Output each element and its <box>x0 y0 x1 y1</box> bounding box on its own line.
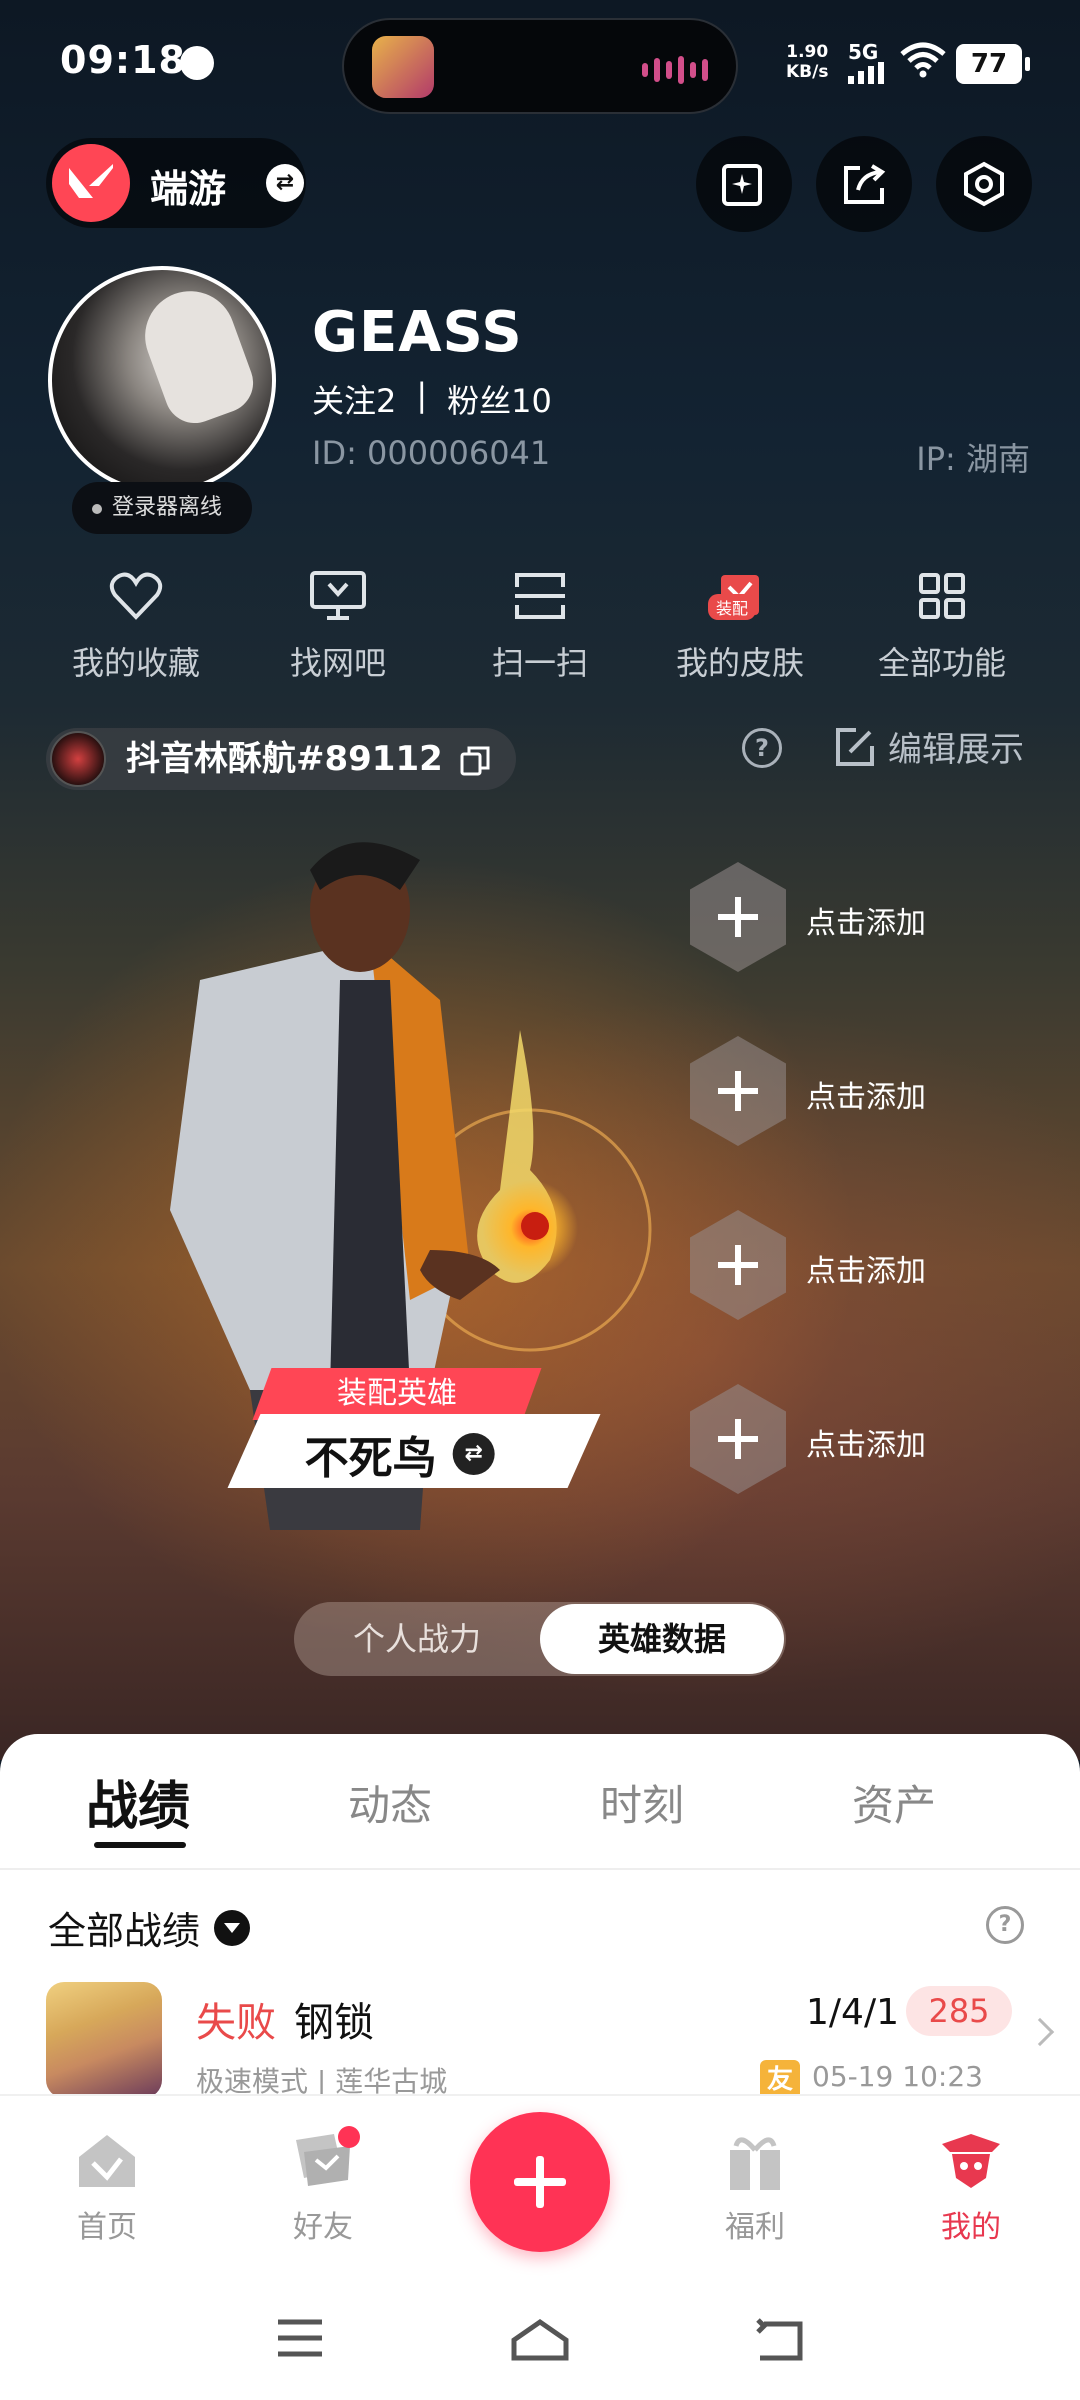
riot-id-text: 抖音林酥航#89112 <box>126 739 443 779</box>
plus-hex-icon <box>690 1036 786 1146</box>
agent-avatar <box>46 1982 162 2098</box>
avatar-photo <box>132 278 262 432</box>
fans-link[interactable]: 粉丝10 <box>447 376 552 422</box>
globe-icon <box>180 46 214 80</box>
nav-friends[interactable]: 好友 <box>248 2126 398 2246</box>
follow-stats: 关注2 | 粉丝10 <box>312 376 552 422</box>
chevron-right-icon <box>1025 2017 1055 2047</box>
edit-icon <box>836 727 874 766</box>
gift-icon <box>730 2137 780 2190</box>
back-icon[interactable] <box>754 2318 804 2362</box>
equipped-hero-tag: 装配英雄 <box>252 1368 542 1420</box>
plus-hex-icon <box>690 862 786 972</box>
bottom-nav: 首页 好友 福利 我的 <box>0 2094 1080 2400</box>
showcase-segment-control: 个人战力 英雄数据 <box>294 1602 786 1676</box>
tab-moments[interactable]: 时刻 <box>542 1772 742 1833</box>
audio-wave-icon <box>642 56 708 84</box>
add-slot-4[interactable]: 点击添加 <box>690 1384 950 1494</box>
profile-icon <box>942 2134 1000 2188</box>
game-switcher[interactable]: 端游 ⇄ <box>46 138 306 228</box>
menu-icon[interactable] <box>276 2318 324 2358</box>
tab-feed[interactable]: 动态 <box>290 1772 490 1833</box>
stats-separator: | <box>416 376 428 414</box>
riot-id-chip[interactable]: 抖音林酥航#89112 <box>46 728 516 790</box>
copy-icon[interactable] <box>460 746 490 776</box>
add-slot-3[interactable]: 点击添加 <box>690 1210 950 1320</box>
quick-find-cafe[interactable]: 找网吧 <box>238 566 438 684</box>
edit-showcase-button[interactable]: 编辑展示 <box>834 722 1024 771</box>
match-date: 05-19 10:23 <box>812 2060 983 2093</box>
dynamic-island[interactable] <box>342 18 738 114</box>
quick-scan[interactable]: 扫一扫 <box>440 566 640 684</box>
avatar[interactable] <box>48 266 276 494</box>
following-link[interactable]: 关注2 <box>312 376 396 422</box>
segment-hero-data[interactable]: 英雄数据 <box>540 1604 784 1674</box>
scan-icon <box>515 573 565 619</box>
signal-icon <box>848 62 884 84</box>
add-slot-1[interactable]: 点击添加 <box>690 862 950 972</box>
equipped-hero-button[interactable]: 不死鸟 ⇄ <box>227 1414 601 1488</box>
network-type: 5G <box>848 40 879 64</box>
ip-location: IP: 湖南 <box>916 440 1030 478</box>
add-sparkle-icon <box>722 164 762 206</box>
tab-records[interactable]: 战绩 <box>38 1764 238 1839</box>
net-speed: 1.90 KB/s <box>786 42 829 82</box>
quick-all-functions[interactable]: 全部功能 <box>842 566 1042 684</box>
app-thumbnail-icon <box>372 36 434 98</box>
grid-icon <box>919 573 965 619</box>
swap-icon: ⇄ <box>452 1433 495 1475</box>
battery-icon: 77 <box>956 44 1030 84</box>
agent-name: 钢锁 <box>294 2000 374 2046</box>
launcher-status-badge: 登录器离线 <box>72 482 252 534</box>
share-icon <box>844 164 886 204</box>
match-score: 285 <box>906 1986 1012 2036</box>
heart-icon <box>109 572 163 620</box>
chevron-down-icon <box>214 1909 251 1946</box>
match-row[interactable]: 失败 钢锁 1/4/1 285 极速模式 | 莲华古城 友 05-19 10:2… <box>0 1982 1080 2100</box>
monitor-icon <box>310 571 366 620</box>
plus-hex-icon <box>690 1384 786 1494</box>
riot-avatar <box>50 731 106 787</box>
settings-hex-icon <box>964 161 1004 207</box>
create-post-button[interactable] <box>470 2112 610 2252</box>
match-kda: 1/4/1 <box>806 1992 899 2033</box>
segment-personal-power[interactable]: 个人战力 <box>294 1602 540 1676</box>
username: GEASS <box>312 300 523 365</box>
settings-button[interactable] <box>936 136 1032 232</box>
status-time: 09:18 <box>60 38 186 82</box>
home-system-icon[interactable] <box>510 2318 570 2362</box>
help-icon[interactable]: ? <box>742 728 782 768</box>
quick-favorites[interactable]: 我的收藏 <box>36 566 236 684</box>
user-id: ID: 000006041 <box>312 434 551 472</box>
wifi-icon <box>900 42 946 78</box>
share-button[interactable] <box>816 136 912 232</box>
add-sparkle-button[interactable] <box>696 136 792 232</box>
skin-badge: 装配 <box>708 594 757 620</box>
help-icon[interactable]: ? <box>986 1906 1024 1944</box>
nav-home[interactable]: 首页 <box>32 2126 182 2246</box>
records-filter[interactable]: 全部战绩 <box>48 1900 251 1955</box>
plus-hex-icon <box>690 1210 786 1320</box>
match-result: 失败 <box>196 2000 276 2046</box>
add-slot-2[interactable]: 点击添加 <box>690 1036 950 1146</box>
status-bar: 09:18 1.90 KB/s 5G 77 <box>0 0 1080 120</box>
tab-assets[interactable]: 资产 <box>794 1772 994 1833</box>
active-tab-indicator <box>94 1842 186 1848</box>
divider <box>0 1868 1080 1870</box>
equipped-hero-name: 不死鸟 <box>304 1433 437 1484</box>
nav-me[interactable]: 我的 <box>896 2126 1046 2246</box>
notification-dot <box>338 2126 360 2148</box>
valorant-logo-icon <box>52 144 130 222</box>
swap-icon: ⇄ <box>266 164 304 202</box>
home-icon <box>79 2135 135 2187</box>
nav-rewards[interactable]: 福利 <box>680 2126 830 2246</box>
game-name: 端游 <box>150 167 227 211</box>
quick-my-skins[interactable]: 装配 我的皮肤 <box>640 566 840 684</box>
